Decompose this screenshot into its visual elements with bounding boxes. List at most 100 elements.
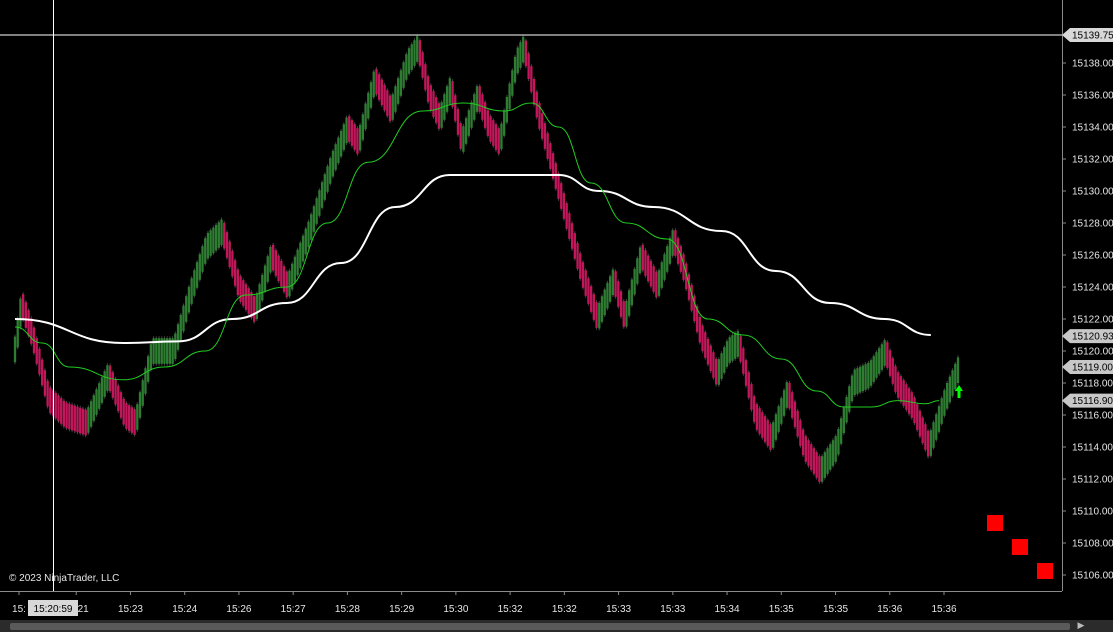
time-tick-label: 15:36 xyxy=(931,604,956,615)
price-bar xyxy=(84,409,87,436)
price-bar xyxy=(728,337,731,363)
price-bar xyxy=(100,377,104,403)
price-bar xyxy=(943,390,946,416)
price-bar xyxy=(739,336,742,362)
price-bar xyxy=(190,278,193,304)
price-bar xyxy=(372,71,375,98)
chart-background xyxy=(0,0,1113,632)
scroll-right-arrow-icon[interactable]: ▶ xyxy=(1074,620,1088,632)
price-bar xyxy=(326,166,329,192)
time-tick-label: 15:36 xyxy=(877,604,902,615)
price-bar xyxy=(407,48,411,74)
price-bar xyxy=(823,452,826,478)
price-bar xyxy=(445,86,449,112)
price-bar xyxy=(856,368,859,394)
price-tick-label: 15138.00 xyxy=(1072,59,1113,70)
price-bar xyxy=(603,289,606,316)
price-bar xyxy=(201,246,204,272)
time-tick-label: 15:33 xyxy=(606,604,631,615)
chart-frame xyxy=(0,0,1113,632)
price-bar xyxy=(206,232,210,259)
price-bar xyxy=(666,246,669,272)
price-bar xyxy=(508,83,511,110)
price-bar xyxy=(361,114,365,140)
price-tick-label: 15130.00 xyxy=(1072,187,1113,198)
chart-canvas[interactable]: 15138.00 15136.00 15134.00 15132.00 15130.00… xyxy=(0,0,1113,632)
time-tick-label: 15:32 xyxy=(552,604,577,615)
price-tick-label: 15108.00 xyxy=(1072,539,1113,550)
scrollbar-thumb[interactable] xyxy=(10,623,1070,630)
price-bar xyxy=(312,206,316,232)
price-bar xyxy=(87,407,90,433)
price-bar xyxy=(111,372,114,398)
price-bar xyxy=(859,366,862,393)
price-bar xyxy=(231,250,234,277)
price-bar xyxy=(733,333,737,359)
price-bar xyxy=(187,286,191,313)
price-bar xyxy=(43,370,47,396)
price-bar xyxy=(399,70,403,96)
price-bar xyxy=(16,318,19,348)
price-bar xyxy=(285,271,288,298)
price-bar xyxy=(195,262,199,288)
time-tick-label: 15:34 xyxy=(715,604,740,615)
price-bar xyxy=(503,110,506,136)
price-bar xyxy=(301,235,305,262)
price-bar xyxy=(864,364,867,390)
price-bar xyxy=(815,452,818,478)
price-bar xyxy=(440,102,443,128)
price-bar xyxy=(888,350,892,376)
price-tick-label: 15132.00 xyxy=(1072,155,1113,166)
price-bar xyxy=(606,282,609,309)
price-bar xyxy=(573,233,576,259)
price-bar xyxy=(410,44,413,70)
price-bar xyxy=(114,378,117,405)
time-tick-label: 15:35 xyxy=(769,604,794,615)
price-bar xyxy=(198,254,201,280)
price-bar xyxy=(405,54,408,80)
price-bar xyxy=(483,102,487,128)
price-bar xyxy=(263,265,267,292)
price-bar xyxy=(277,255,280,282)
price-bar xyxy=(747,372,750,398)
time-tick-label: 15:23 xyxy=(118,604,143,615)
price-bar xyxy=(793,401,797,428)
price-bar xyxy=(242,280,245,306)
price-bar xyxy=(804,436,807,462)
price-bar xyxy=(619,291,623,317)
price-tick-label: 15134.00 xyxy=(1072,123,1113,134)
price-bar xyxy=(492,120,495,146)
time-tick-label: 15:29 xyxy=(389,604,414,615)
crosshair-time-label: 15:20:59 xyxy=(34,604,73,615)
price-bar xyxy=(456,109,460,135)
price-bar xyxy=(225,232,229,258)
price-bar xyxy=(296,249,299,276)
time-tick-label: 15:30 xyxy=(443,604,468,615)
price-bar xyxy=(595,302,598,328)
time-tick-label: 15: xyxy=(12,604,26,615)
price-bar xyxy=(755,404,759,430)
signal-square-icon xyxy=(1012,539,1028,555)
price-bar xyxy=(356,128,359,154)
price-bar xyxy=(274,250,278,276)
time-tick-label: 15:32 xyxy=(498,604,523,615)
price-bar xyxy=(494,124,498,150)
price-bar xyxy=(744,360,748,386)
price-bar xyxy=(714,358,718,385)
price-bar xyxy=(76,406,79,433)
price-bar xyxy=(584,270,587,296)
price-bar xyxy=(766,420,769,446)
price-bar xyxy=(46,380,49,407)
price-bar xyxy=(657,270,661,296)
price-bar xyxy=(921,417,924,444)
price-bar xyxy=(875,352,878,378)
price-bar xyxy=(70,404,74,431)
price-bar xyxy=(437,103,441,129)
price-bar xyxy=(348,116,351,142)
price-bar xyxy=(353,124,356,150)
price-bar xyxy=(799,420,802,446)
price-bar xyxy=(233,260,237,286)
price-bar xyxy=(424,64,427,90)
price-bar xyxy=(299,242,302,269)
price-bar xyxy=(402,62,405,88)
